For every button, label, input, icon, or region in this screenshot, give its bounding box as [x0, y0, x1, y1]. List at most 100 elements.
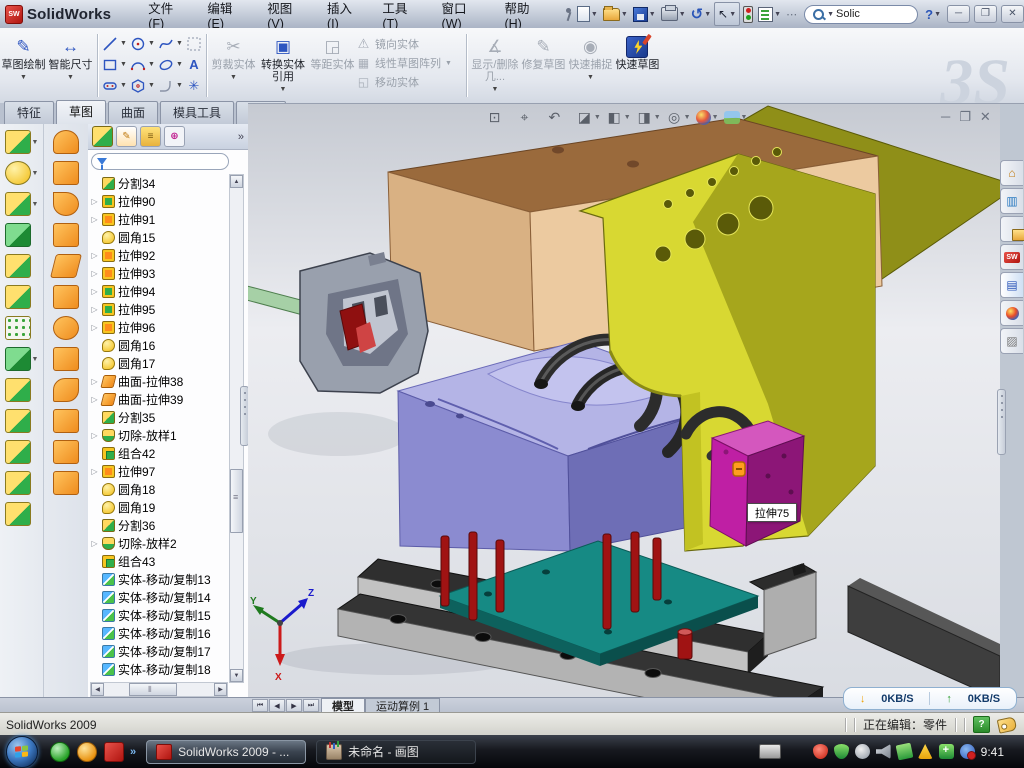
point-icon[interactable]: ✳ — [185, 77, 203, 95]
expander-icon[interactable]: ▷ — [90, 323, 99, 332]
linear-sketch-pattern-button[interactable]: 线性草图阵列 ▼ — [356, 55, 452, 71]
quick-snaps-button[interactable]: 快速捕捉▼ — [567, 33, 614, 84]
feature-tree-item[interactable]: ▷ 切除-放样1 — [90, 426, 230, 444]
scroll-right-icon[interactable]: ▶ — [214, 683, 227, 696]
undo-icon[interactable]: ↺▼ — [689, 4, 714, 24]
feature-tree-item[interactable]: ▷ 切除-放样2 — [90, 534, 230, 552]
scrollbar-thumb[interactable] — [230, 469, 243, 533]
polygon-icon[interactable] — [129, 77, 147, 95]
new-document-icon[interactable]: ▼ — [575, 4, 600, 24]
feature-tree-item[interactable]: ▷ 拉伸96 — [90, 318, 230, 336]
feature-tree-item[interactable]: ▷ 组合43 — [90, 552, 230, 570]
expander-icon[interactable]: ▷ — [90, 197, 99, 206]
repair-sketch-button[interactable]: 修复草图 — [520, 33, 567, 71]
display-delete-relations-button[interactable]: 显示/删除几...▼ — [470, 33, 520, 96]
arc-icon[interactable] — [129, 56, 147, 74]
ellipse-icon[interactable] — [157, 56, 175, 74]
feature-tree-item[interactable]: ▷ 曲面-拉伸39 — [90, 390, 230, 408]
close-button[interactable]: ✕ — [1001, 5, 1024, 23]
options-icon[interactable]: ▼ — [756, 4, 783, 24]
first-tab-icon[interactable]: ⏮ — [252, 699, 268, 712]
open-icon[interactable]: ▼ — [601, 4, 630, 24]
taskbar-button[interactable]: 未命名 - 画图 — [316, 740, 476, 764]
feature-tree-item[interactable]: ▷ 拉伸95 — [90, 300, 230, 318]
pin-icon[interactable] — [560, 4, 574, 24]
scroll-up-icon[interactable]: ▲ — [230, 175, 243, 188]
move-entities-button[interactable]: 移动实体 — [356, 74, 452, 90]
expander-icon[interactable]: ▷ — [90, 377, 99, 386]
help-icon[interactable]: ?▼ — [923, 4, 943, 24]
feature-tree-item[interactable]: ▷ 曲面-拉伸38 — [90, 372, 230, 390]
minimize-button[interactable]: ─ — [947, 5, 970, 23]
warning-icon[interactable] — [918, 744, 933, 759]
sketch-pattern-icon[interactable] — [185, 35, 203, 53]
expander-icon[interactable]: ▷ — [90, 287, 99, 296]
expander-icon[interactable]: ▷ — [90, 269, 99, 278]
expander-icon[interactable]: ▷ — [90, 467, 99, 476]
feature-tree-item[interactable]: ▷ 拉伸91 — [90, 210, 230, 228]
last-tab-icon[interactable]: ⏭ — [303, 699, 319, 712]
print-icon[interactable]: ▼ — [659, 4, 688, 24]
scroll-left-icon[interactable]: ◀ — [91, 683, 104, 696]
rapid-sketch-button[interactable]: 快速草图 — [614, 33, 661, 71]
sketch-fillet-icon[interactable] — [157, 77, 175, 95]
feature-tree-item[interactable]: ▷ 拉伸93 — [90, 264, 230, 282]
convert-entities-button[interactable]: 转换实体引用▼ — [257, 33, 309, 96]
shield-green-icon[interactable] — [834, 744, 849, 759]
rebuild-icon[interactable] — [741, 4, 755, 24]
tag-icon[interactable] — [997, 716, 1018, 733]
select-tool-icon[interactable]: ↖▼ — [714, 2, 740, 26]
next-tab-icon[interactable]: ▶ — [286, 699, 302, 712]
model-tab[interactable]: 运动算例 1 — [365, 698, 440, 713]
sketch-button[interactable]: 草图绘制▼ — [0, 33, 47, 84]
3d-model[interactable]: Y Z X — [248, 104, 1000, 698]
ribbon-tab[interactable]: 模具工具 — [160, 101, 234, 124]
feature-tree-item[interactable]: ▷ 实体-移动/复制17 — [90, 642, 230, 660]
scroll-down-icon[interactable]: ▼ — [230, 669, 243, 682]
slot-icon[interactable] — [101, 77, 119, 95]
feature-tree-item[interactable]: ▷ 圆角19 — [90, 498, 230, 516]
feature-tree-item[interactable]: ▷ 实体-移动/复制14 — [90, 588, 230, 606]
doc-minimize-icon[interactable]: ─ — [941, 109, 950, 124]
expander-icon[interactable]: ▷ — [90, 305, 99, 314]
feature-tree-item[interactable]: ▷ 分割35 — [90, 408, 230, 426]
manager-overflow-icon[interactable]: » — [238, 131, 244, 143]
configurationmanager-icon[interactable] — [140, 126, 161, 147]
volume-icon[interactable] — [876, 744, 891, 759]
start-button[interactable] — [6, 736, 38, 768]
solidworks-icon[interactable] — [104, 742, 124, 762]
spline-icon[interactable] — [157, 35, 175, 53]
mirror-entities-button[interactable]: 镜向实体 — [356, 36, 452, 52]
antivirus-icon[interactable] — [813, 744, 828, 759]
propertymanager-icon[interactable] — [116, 126, 137, 147]
ribbon-tab[interactable]: 特征 — [4, 101, 54, 124]
feature-tree-item[interactable]: ▷ 拉伸92 — [90, 246, 230, 264]
ribbon-tab[interactable]: 草图 — [56, 100, 106, 124]
messenger-icon[interactable] — [50, 742, 70, 762]
expander-icon[interactable]: ▷ — [90, 215, 99, 224]
circle-icon[interactable] — [129, 35, 147, 53]
model-tab[interactable]: 模型 — [321, 698, 365, 713]
feature-tree-item[interactable]: ▷ 圆角16 — [90, 336, 230, 354]
sync-icon[interactable] — [960, 744, 975, 759]
task-pane-splitter-grip[interactable] — [997, 389, 1006, 455]
taskbar-button[interactable]: SolidWorks 2009 - ... — [146, 740, 306, 764]
graphics-viewport[interactable]: Y Z X ▼ ▼ ▼ — [248, 103, 1000, 698]
text-icon[interactable]: A — [185, 56, 203, 74]
feature-tree-item[interactable]: ▷ 圆角18 — [90, 480, 230, 498]
save-icon[interactable]: ▼ — [631, 4, 658, 24]
search-input[interactable]: ▼ Solic — [804, 5, 918, 24]
scrollbar-thumb[interactable] — [129, 683, 177, 696]
feature-tree-item[interactable]: ▷ 实体-移动/复制13 — [90, 570, 230, 588]
tree-filter-input[interactable] — [91, 153, 229, 170]
feature-tree-item[interactable]: ▷ 实体-移动/复制16 — [90, 624, 230, 642]
featuremanager-icon[interactable] — [92, 126, 113, 147]
doc-restore-icon[interactable]: ❐ — [959, 109, 971, 124]
line-icon[interactable] — [101, 35, 119, 53]
doc-close-icon[interactable]: ✕ — [980, 109, 991, 124]
launcher-icon[interactable] — [77, 742, 97, 762]
feature-tree-item[interactable]: ▷ 拉伸97 — [90, 462, 230, 480]
rectangle-icon[interactable] — [101, 56, 119, 74]
signal-icon[interactable] — [895, 743, 913, 761]
feature-tree-item[interactable]: ▷ 分割36 — [90, 516, 230, 534]
